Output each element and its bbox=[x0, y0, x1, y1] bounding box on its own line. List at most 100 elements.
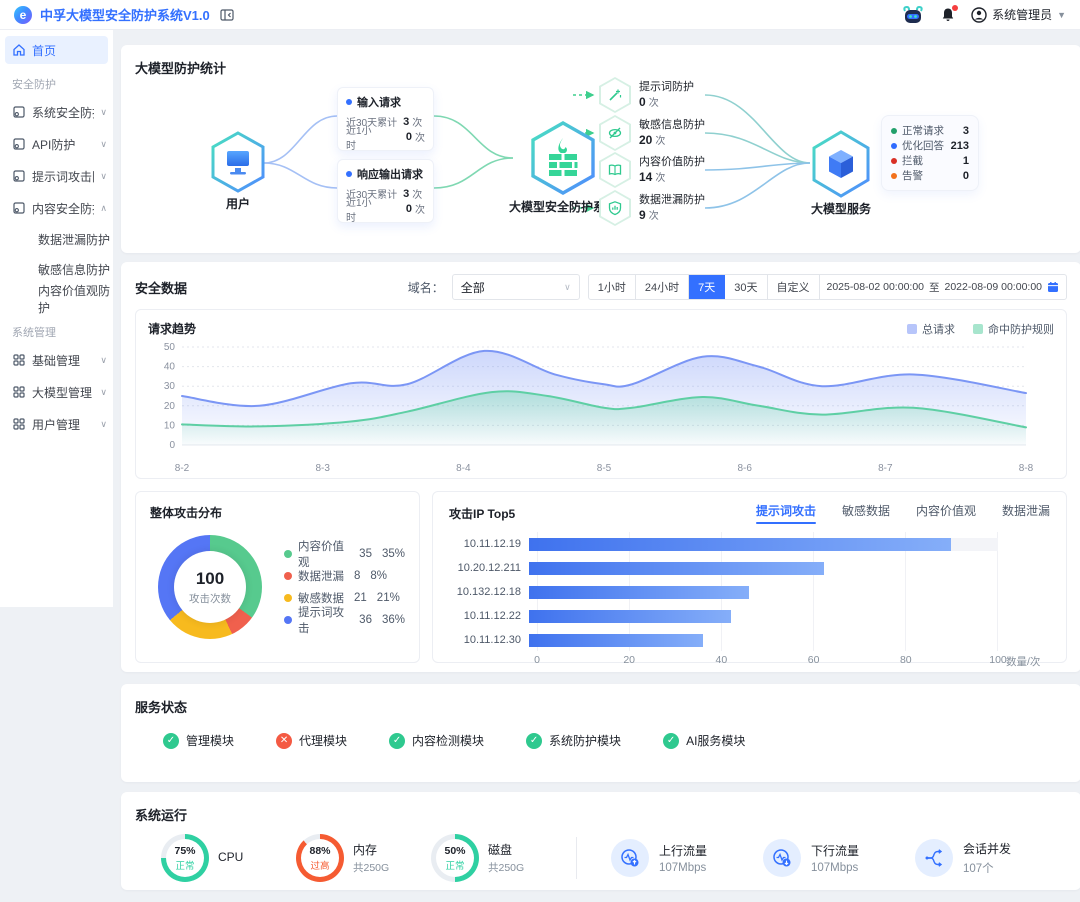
tab-sensitive-data[interactable]: 敏感数据 bbox=[842, 502, 890, 524]
trend-chart-svg: 010203040508-28-38-48-58-68-78-8 bbox=[148, 337, 1034, 477]
legend-total-requests[interactable]: 总请求 bbox=[907, 321, 955, 337]
stat-label: 近1小时 bbox=[346, 122, 380, 152]
range-24h-button[interactable]: 24小时 bbox=[636, 275, 689, 299]
sidebar-item-model-admin[interactable]: 大模型管理 ∨ bbox=[0, 376, 113, 408]
firewall-icon bbox=[529, 120, 597, 196]
card-title: 系统运行 bbox=[135, 805, 1067, 824]
app-title: 中孚大模型安全防护系统V1.0 bbox=[40, 5, 210, 24]
stat-unit: 次 bbox=[412, 186, 422, 201]
legend-dot bbox=[284, 594, 292, 602]
svg-text:8-8: 8-8 bbox=[1019, 463, 1034, 474]
stat-label: 拦截 bbox=[902, 153, 923, 168]
trend-chart: 010203040508-28-38-48-58-68-78-8 bbox=[148, 337, 1054, 480]
svg-text:8-4: 8-4 bbox=[456, 463, 471, 474]
sidebar-item-system-security[interactable]: 系统安全防护 ∨ bbox=[0, 96, 113, 128]
legend-swatch bbox=[907, 324, 917, 334]
chevron-down-icon: ∨ bbox=[100, 171, 107, 182]
sidebar-item-home[interactable]: 首页 bbox=[5, 36, 108, 64]
avatar bbox=[971, 7, 987, 23]
svg-text:8-6: 8-6 bbox=[737, 463, 752, 474]
grid-icon bbox=[12, 353, 26, 367]
system-metrics-row: 75%正常 CPU 88%过高 内存共250G 50%正常 磁盘共250G bbox=[135, 834, 1067, 882]
svg-text:8-5: 8-5 bbox=[597, 463, 612, 474]
service-module: ✓AI服务模块 bbox=[663, 732, 745, 749]
traffic-down-icon bbox=[763, 839, 801, 877]
sidebar-item-content-security[interactable]: 内容安全防护 ∧ bbox=[0, 192, 113, 224]
protection-label: 数据泄漏防护 bbox=[639, 194, 705, 206]
chevron-up-icon: ∧ bbox=[100, 203, 107, 214]
gauge-ring: 88%过高 bbox=[296, 834, 344, 882]
range-30d-button[interactable]: 30天 bbox=[725, 275, 767, 299]
time-range-group: 1小时 24小时 7天 30天 自定义 2025-08-02 00:00:00 … bbox=[588, 274, 1067, 300]
sessions-icon bbox=[915, 839, 953, 877]
flow-diagram: 用户 输入请求 近30天累计3次 近1小时0次 响应输出请求 近30天累计3次 … bbox=[121, 45, 1080, 253]
protection-value: 14 bbox=[639, 170, 652, 184]
notifications-bell-icon[interactable] bbox=[941, 7, 955, 22]
output-request-card: 响应输出请求 近30天累计3次 近1小时0次 bbox=[337, 159, 434, 223]
range-1h-button[interactable]: 1小时 bbox=[589, 275, 636, 299]
protection-label: 提示词防护 bbox=[639, 81, 694, 93]
svg-text:30: 30 bbox=[164, 381, 176, 392]
chevron-down-icon: ∨ bbox=[564, 282, 571, 293]
domain-label: 域名： bbox=[408, 279, 444, 296]
tab-content-values[interactable]: 内容价值观 bbox=[916, 502, 976, 524]
stat-label: 正常请求 bbox=[902, 123, 944, 138]
protection-value: 20 bbox=[639, 133, 652, 147]
user-menu[interactable]: 系统管理员 ▼ bbox=[971, 6, 1066, 23]
model-service-label: 大模型服务 bbox=[811, 200, 871, 217]
bar bbox=[529, 538, 951, 551]
sidebar-item-user-admin[interactable]: 用户管理 ∨ bbox=[0, 408, 113, 440]
card-title: 服务状态 bbox=[135, 697, 1067, 716]
bar-row: 10.11.12.30 bbox=[449, 628, 1050, 652]
stat-value: 3 bbox=[403, 116, 409, 128]
sidebar-subitem-data-leak[interactable]: 数据泄漏防护 bbox=[0, 224, 113, 254]
sidebar-item-label: 用户管理 bbox=[32, 416, 94, 433]
donut-center-label: 攻击次数 bbox=[189, 591, 231, 606]
bar-row: 10.11.12.22 bbox=[449, 604, 1050, 628]
sidebar-subitem-content-values[interactable]: 内容价值观防护 bbox=[0, 284, 113, 314]
bar bbox=[529, 586, 749, 599]
protection-value: 9 bbox=[639, 208, 646, 222]
user-monitor-icon bbox=[210, 131, 266, 193]
bar-label: 10.20.12.211 bbox=[449, 562, 529, 574]
bar-label: 10.11.12.19 bbox=[449, 538, 529, 550]
stat-label: 近1小时 bbox=[346, 194, 380, 224]
svg-text:8-3: 8-3 bbox=[315, 463, 330, 474]
calendar-icon[interactable] bbox=[1047, 281, 1059, 293]
domain-select[interactable]: 全部 ∨ bbox=[452, 274, 580, 300]
sidebar-item-api-protection[interactable]: API防护 ∨ bbox=[0, 128, 113, 160]
svg-text:50: 50 bbox=[164, 342, 176, 353]
card-title: 安全数据 bbox=[135, 278, 187, 297]
stat-value: 3 bbox=[403, 188, 409, 200]
assistant-robot-icon[interactable] bbox=[901, 5, 925, 25]
stat-value: 3 bbox=[963, 125, 969, 137]
sidebar-collapse-icon[interactable] bbox=[220, 9, 234, 21]
trend-legend: 总请求 命中防护规则 bbox=[907, 321, 1054, 337]
status-check-icon: ✓ bbox=[526, 733, 542, 749]
legend-hit-rules[interactable]: 命中防护规则 bbox=[973, 321, 1054, 337]
shield-doc-icon bbox=[12, 137, 26, 151]
protection-item-sensitive: 敏感信息防护20次 bbox=[599, 115, 705, 151]
protection-stats-card: 大模型防护统计 bbox=[121, 45, 1080, 253]
output-request-title: 响应输出请求 bbox=[357, 166, 423, 182]
sidebar-item-base-admin[interactable]: 基础管理 ∨ bbox=[0, 344, 113, 376]
stat-unit: 次 bbox=[412, 114, 422, 129]
legend-dot bbox=[284, 616, 292, 624]
input-request-card: 输入请求 近30天累计3次 近1小时0次 bbox=[337, 87, 434, 151]
sidebar-item-prompt-attack[interactable]: 提示词攻击防护 ∨ bbox=[0, 160, 113, 192]
tab-data-leak[interactable]: 数据泄漏 bbox=[1002, 502, 1050, 524]
attack-distribution-panel: 整体攻击分布 100 攻击次数 内容价值观3535% 数据泄漏88% 敏感数据2… bbox=[135, 491, 420, 663]
date-range-input[interactable]: 2025-08-02 00:00:00 至 2022-08-09 00:00:0… bbox=[820, 275, 1067, 299]
range-custom-button[interactable]: 自定义 bbox=[768, 275, 820, 299]
gauge-ring: 50%正常 bbox=[431, 834, 479, 882]
chevron-down-icon: ∨ bbox=[100, 355, 107, 366]
blue-dot-icon bbox=[346, 99, 352, 105]
protection-item-values: 内容价值防护14次 bbox=[599, 152, 705, 188]
sidebar-subitem-sensitive-info[interactable]: 敏感信息防护 bbox=[0, 254, 113, 284]
shield-doc-icon bbox=[12, 201, 26, 215]
range-7d-button[interactable]: 7天 bbox=[689, 275, 725, 299]
tab-prompt-attack[interactable]: 提示词攻击 bbox=[756, 502, 816, 524]
status-dot bbox=[891, 158, 897, 164]
grid-icon bbox=[12, 385, 26, 399]
chevron-down-icon: ∨ bbox=[100, 419, 107, 430]
